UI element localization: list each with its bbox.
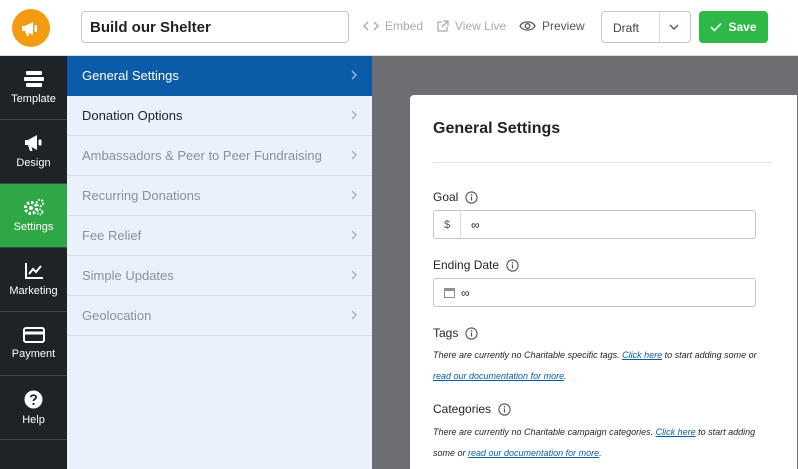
- status-divider: [659, 12, 660, 42]
- preview-area: General Settings Goal $ ∞ Ending Date ∞ …: [372, 56, 798, 469]
- chevron-right-icon: [351, 70, 357, 80]
- submenu-item-geolocation[interactable]: Geolocation: [67, 296, 372, 336]
- info-icon[interactable]: [465, 326, 479, 340]
- submenu-label: Recurring Donations: [82, 188, 201, 203]
- chevron-right-icon: [351, 270, 357, 280]
- ending-date-label: Ending Date: [433, 258, 519, 272]
- categories-click-here-link[interactable]: Click here: [656, 427, 696, 437]
- ending-date-value: ∞: [461, 286, 470, 300]
- top-bar: Embed View Live Preview Draft Save: [0, 0, 798, 56]
- view-live-button[interactable]: View Live: [436, 19, 506, 33]
- submenu-label: Ambassadors & Peer to Peer Fundraising: [82, 148, 322, 163]
- chevron-right-icon: [351, 110, 357, 120]
- rail-label: Design: [16, 157, 51, 169]
- submenu-item-simple-updates[interactable]: Simple Updates: [67, 256, 372, 296]
- embed-button[interactable]: Embed: [363, 19, 423, 33]
- status-value: Draft: [613, 21, 640, 35]
- tags-documentation-link[interactable]: read our documentation for more: [433, 371, 564, 381]
- submenu-item-general-settings[interactable]: General Settings: [67, 56, 372, 96]
- tags-note-text-middle: to start adding some or: [662, 350, 757, 360]
- tags-note-end: .: [564, 371, 567, 381]
- tags-click-here-link[interactable]: Click here: [622, 350, 662, 360]
- chevron-right-icon: [351, 230, 357, 240]
- rail-label: Settings: [13, 221, 54, 233]
- rail-label: Marketing: [9, 285, 58, 297]
- categories-documentation-link[interactable]: read our documentation for more: [468, 448, 599, 458]
- currency-prefix: $: [434, 211, 461, 238]
- charitable-logo[interactable]: [12, 9, 50, 47]
- status-select[interactable]: Draft: [601, 11, 691, 43]
- goal-input[interactable]: $ ∞: [433, 210, 756, 239]
- ending-date-input[interactable]: ∞: [433, 278, 756, 307]
- rail-item-design[interactable]: Design: [0, 120, 67, 184]
- rail-item-marketing[interactable]: Marketing: [0, 248, 67, 312]
- submenu-label: Geolocation: [82, 308, 152, 323]
- info-icon[interactable]: [465, 190, 479, 204]
- categories-label-text: Categories: [433, 402, 492, 416]
- tags-note: There are currently no Charitable specif…: [433, 345, 763, 387]
- categories-note-end: .: [599, 448, 602, 458]
- rail-label: Payment: [11, 348, 56, 360]
- megaphone-logo-icon: [22, 22, 37, 36]
- campaign-title-input[interactable]: [81, 11, 349, 43]
- help-icon: [24, 390, 43, 408]
- rail-item-help[interactable]: Help: [0, 376, 67, 440]
- categories-note: There are currently no Charitable campai…: [433, 422, 763, 464]
- chevron-down-icon: [669, 24, 679, 30]
- goal-label-text: Goal: [433, 190, 459, 204]
- credit-card-icon: [22, 327, 45, 343]
- rail-item-payment[interactable]: Payment: [0, 312, 67, 376]
- ending-date-label-text: Ending Date: [433, 258, 500, 272]
- calendar-icon: [444, 288, 455, 298]
- code-icon: [363, 21, 379, 31]
- goal-value: ∞: [471, 218, 480, 232]
- rail-item-template[interactable]: Template: [0, 56, 67, 120]
- general-settings-panel: General Settings Goal $ ∞ Ending Date ∞ …: [410, 95, 797, 469]
- rail-label: Template: [11, 93, 56, 105]
- panel-title: General Settings: [433, 120, 561, 137]
- template-icon: [23, 71, 44, 87]
- submenu-item-recurring-donations[interactable]: Recurring Donations: [67, 176, 372, 216]
- categories-note-text: There are currently no Charitable campai…: [433, 427, 656, 437]
- save-label: Save: [728, 20, 757, 34]
- panel-divider: [433, 162, 772, 163]
- save-button[interactable]: Save: [699, 11, 768, 43]
- rail-label: Help: [22, 413, 45, 426]
- tags-label: Tags: [433, 326, 479, 340]
- builder-rail: Template Design Settings Marketing Payme…: [0, 56, 67, 469]
- chevron-right-icon: [351, 150, 357, 160]
- submenu-item-fee-relief[interactable]: Fee Relief: [67, 216, 372, 256]
- megaphone-icon: [24, 135, 41, 151]
- info-icon[interactable]: [498, 402, 511, 416]
- preview-button[interactable]: Preview: [519, 19, 585, 33]
- submenu-item-ambassadors[interactable]: Ambassadors & Peer to Peer Fundraising: [67, 136, 372, 176]
- categories-label: Categories: [433, 402, 511, 416]
- tags-label-text: Tags: [433, 326, 459, 340]
- goal-label: Goal: [433, 190, 479, 204]
- submenu-label: Simple Updates: [82, 268, 174, 283]
- gears-icon: [23, 198, 44, 216]
- chevron-right-icon: [351, 190, 357, 200]
- check-icon: [710, 22, 723, 32]
- submenu-label: Fee Relief: [82, 228, 142, 243]
- external-link-icon: [437, 19, 449, 32]
- settings-submenu: General Settings Donation Options Ambass…: [67, 56, 372, 469]
- chevron-right-icon: [351, 310, 357, 320]
- submenu-label: General Settings: [82, 68, 179, 83]
- info-icon[interactable]: [506, 258, 519, 272]
- preview-label: Preview: [542, 19, 585, 33]
- chart-icon: [24, 263, 43, 279]
- eye-icon: [519, 21, 536, 31]
- embed-label: Embed: [385, 19, 424, 33]
- rail-item-settings[interactable]: Settings: [0, 184, 67, 248]
- submenu-item-donation-options[interactable]: Donation Options: [67, 96, 372, 136]
- tags-note-text: There are currently no Charitable specif…: [433, 350, 623, 360]
- view-live-label: View Live: [455, 19, 507, 33]
- submenu-label: Donation Options: [82, 108, 183, 123]
